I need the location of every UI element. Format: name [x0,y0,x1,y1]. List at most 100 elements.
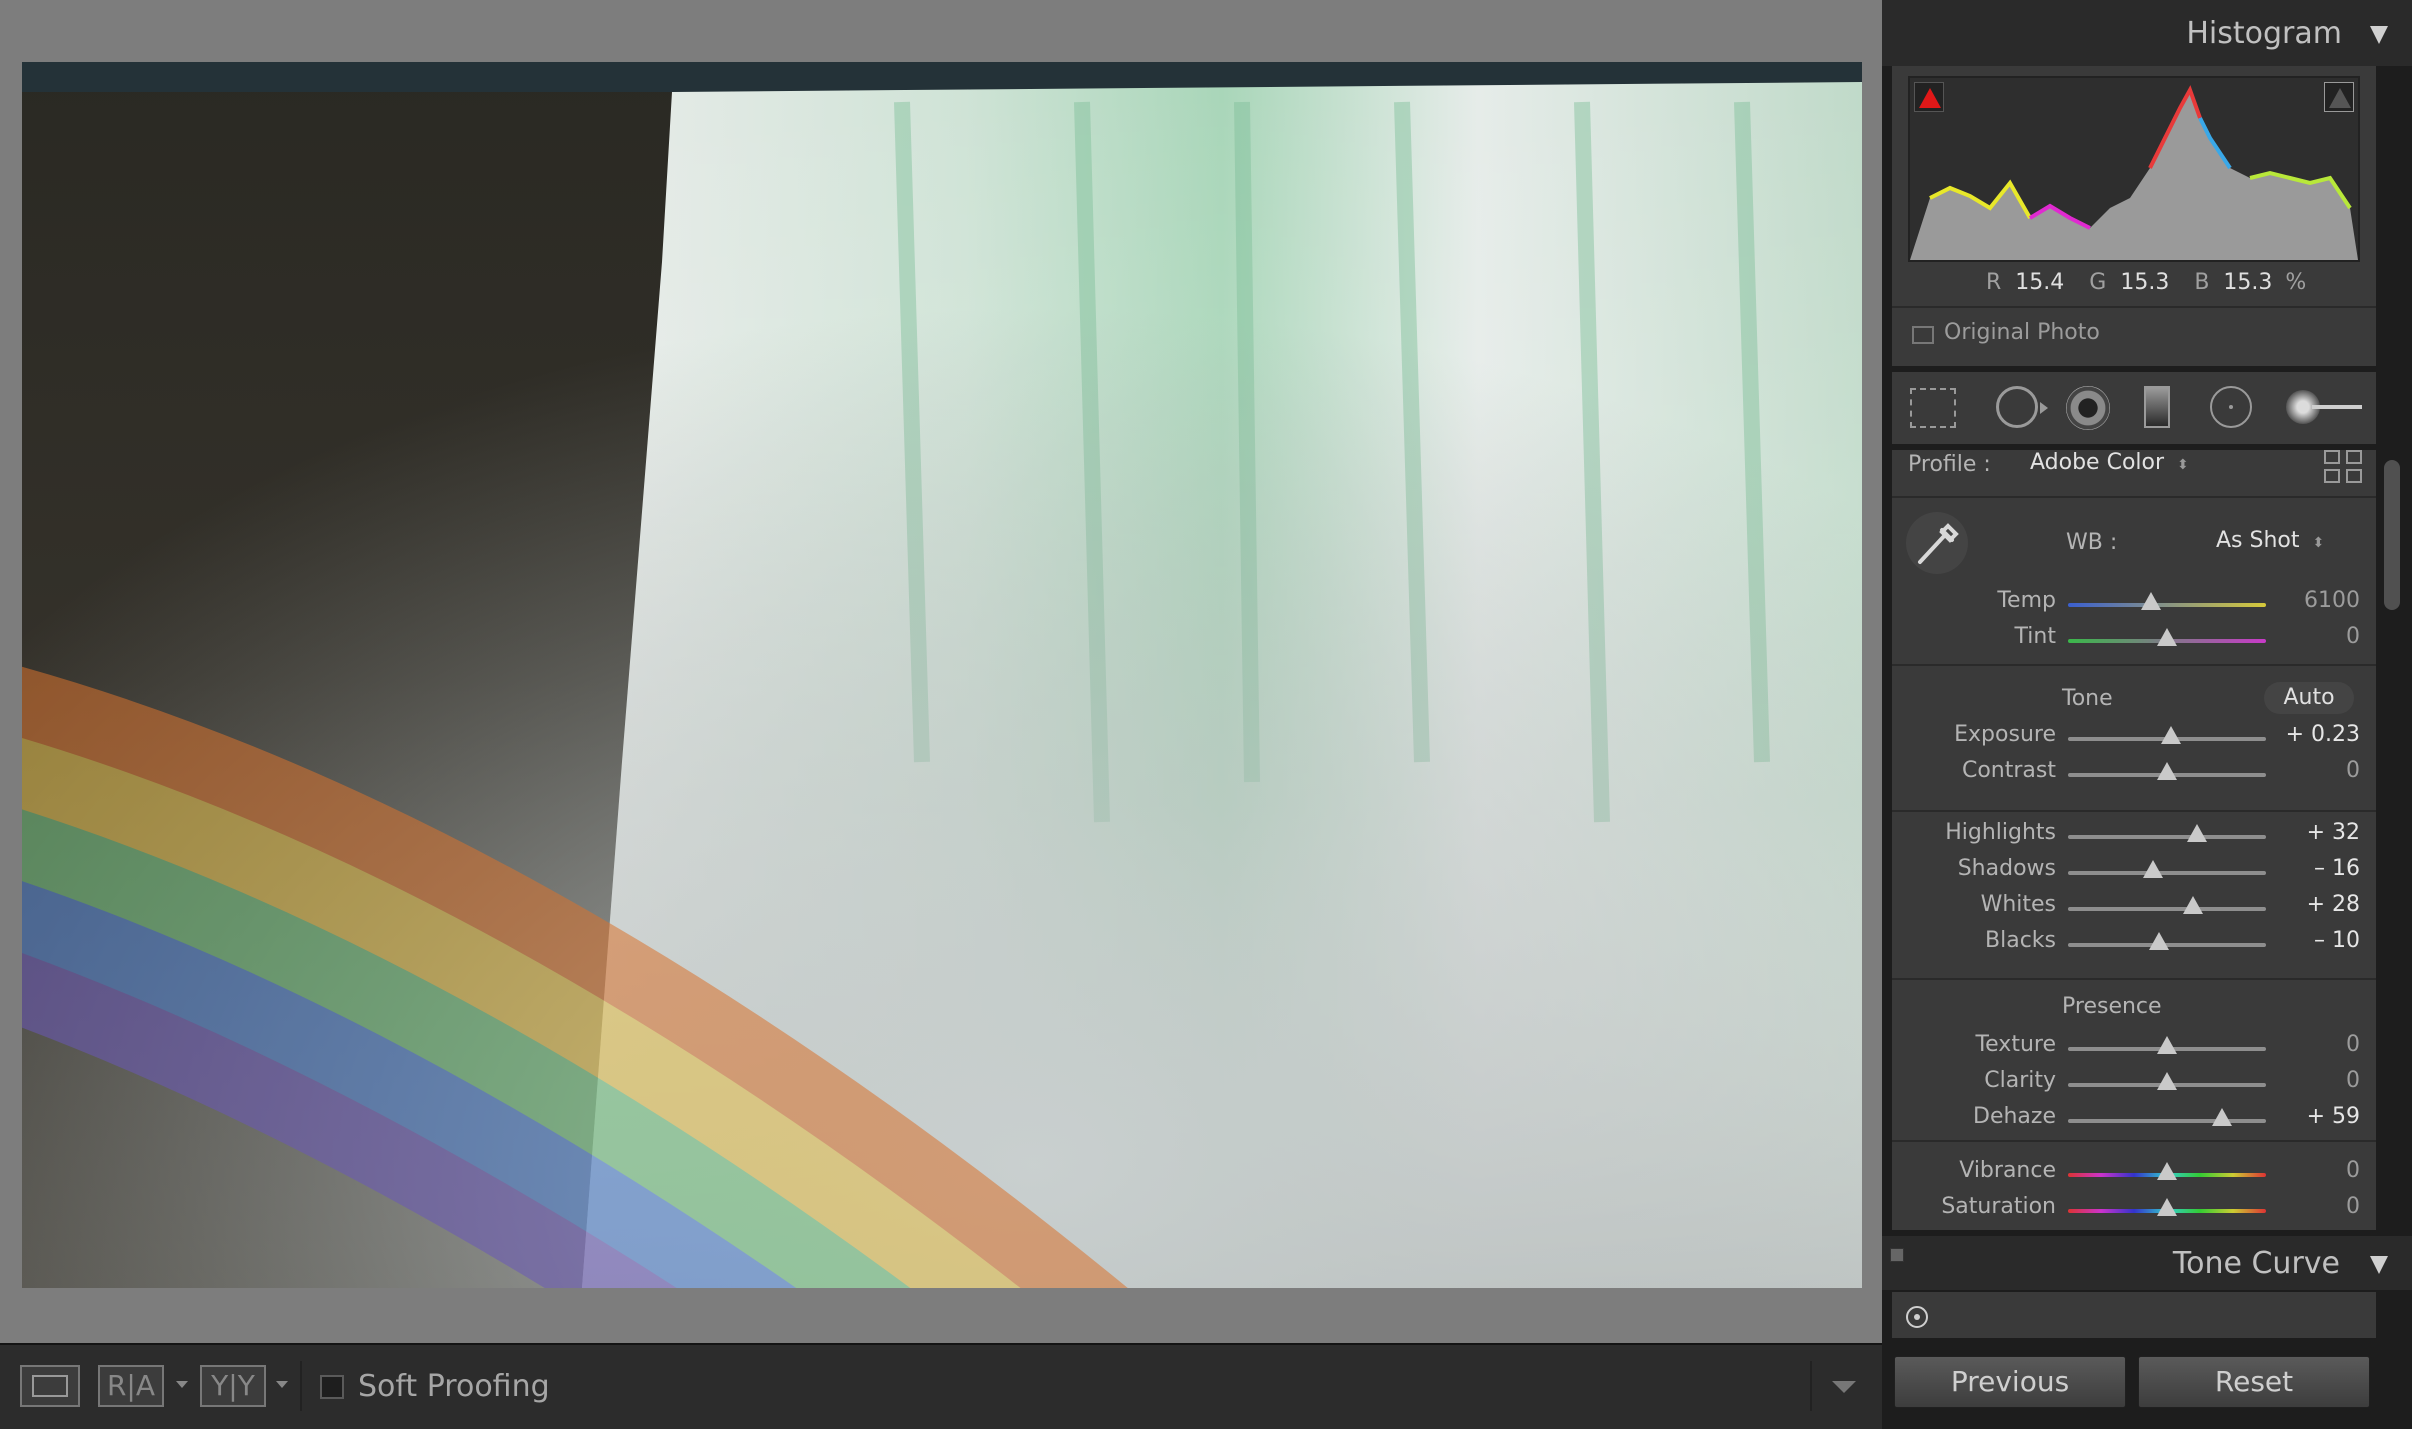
wb-label: WB : [2066,530,2118,555]
histogram-readout: R 15.4 G 15.3 B 15.3 % [1986,270,2306,295]
slider-value[interactable]: + 32 [2280,820,2360,845]
histogram-graph[interactable] [1908,76,2360,262]
histogram-header[interactable]: Histogram [1882,0,2412,66]
slider-row-blacks: Blacks – 10 [1892,926,2386,962]
waterfall-photo [22,62,1862,1288]
slider-value[interactable]: 0 [2280,1032,2360,1057]
slider-value[interactable]: – 16 [2280,856,2360,881]
slider-label: Blacks [1985,928,2056,953]
wb-dropdown[interactable]: As Shot ⬍ [2216,528,2324,553]
highlight-clipping-icon[interactable] [2324,82,2354,112]
develop-right-panel: Histogram R 15.4 G 15.3 B 15.3 % Origina… [1882,0,2412,1429]
before-after-ra-button[interactable]: R|A [98,1365,164,1407]
crop-overlay-icon[interactable] [1910,388,1956,428]
graduated-filter-icon[interactable] [2144,386,2170,428]
auto-tone-button[interactable]: Auto [2264,682,2354,714]
slider-label: Texture [1975,1032,2056,1057]
histogram-section: R 15.4 G 15.3 B 15.3 % Original Photo [1892,66,2376,366]
loupe-view-icon [32,1375,68,1397]
basic-panel: Profile : Adobe Color ⬍ WB : As Shot ⬍ T… [1892,450,2376,1230]
slider-label: Highlights [1945,820,2056,845]
slider-value[interactable]: 0 [2280,1194,2360,1219]
slider-thumb[interactable] [2157,1198,2177,1216]
slider-track[interactable] [2068,603,2266,607]
chevron-down-icon[interactable] [276,1381,288,1388]
slider-track[interactable] [2068,907,2266,911]
slider-track[interactable] [2068,835,2266,839]
spot-removal-icon[interactable] [1996,386,2038,428]
slider-row-highlights: Highlights + 32 [1892,818,2386,854]
updown-arrow-icon: ⬍ [2312,535,2325,551]
slider-thumb[interactable] [2157,628,2177,646]
slider-value[interactable]: 0 [2280,624,2360,649]
slider-thumb[interactable] [2160,726,2181,744]
collapse-triangle-icon[interactable] [2370,26,2388,44]
slider-label: Saturation [1941,1194,2056,1219]
tone-curve-body [1892,1292,2376,1338]
slider-row-saturation: Saturation 0 [1892,1192,2386,1228]
chevron-down-icon[interactable] [176,1381,188,1388]
slider-value[interactable]: 0 [2280,1068,2360,1093]
slider-row-texture: Texture 0 [1892,1030,2386,1066]
tone-divider [1892,810,2376,812]
profile-dropdown[interactable]: Adobe Color ⬍ [2030,450,2189,482]
slider-value[interactable]: 6100 [2280,588,2360,613]
slider-thumb[interactable] [2157,1072,2177,1090]
slider-value[interactable]: – 10 [2280,928,2360,953]
slider-value[interactable]: 0 [2280,758,2360,783]
panel-scrollbar[interactable] [2384,460,2400,610]
soft-proofing-label: Soft Proofing [358,1369,550,1404]
slider-label: Temp [1997,588,2056,613]
tone-label: Tone [2062,686,2113,711]
slider-thumb[interactable] [2157,762,2177,780]
before-after-yy-button[interactable]: Y|Y [200,1365,266,1407]
slider-thumb[interactable] [2212,1108,2233,1126]
slider-thumb[interactable] [2141,592,2162,610]
slider-row-tint: Tint 0 [1892,622,2386,658]
collapse-triangle-icon[interactable] [2370,1256,2388,1274]
percent-unit: % [2285,270,2307,295]
image-stage [0,0,1882,1343]
wb-divider [1892,664,2376,666]
soft-proofing-checkbox[interactable] [320,1375,344,1399]
slider-value[interactable]: + 28 [2280,892,2360,917]
r-value: 15.4 [2015,270,2065,295]
slider-value[interactable]: + 0.23 [2280,722,2360,747]
slider-thumb[interactable] [2186,824,2207,842]
tone-curve-header[interactable]: Tone Curve [1882,1236,2412,1290]
presence-divider-top [1892,978,2376,980]
profile-browser-grid-icon[interactable] [2324,450,2364,484]
slider-row-dehaze: Dehaze + 59 [1892,1102,2386,1138]
g-value: 15.3 [2120,270,2170,295]
slider-value[interactable]: + 59 [2280,1104,2360,1129]
slider-track[interactable] [2068,1119,2266,1123]
shadow-clipping-icon[interactable] [1914,82,1944,112]
slider-label: Shadows [1957,856,2056,881]
adjustment-brush-icon[interactable] [2286,390,2362,424]
toolbar-menu-chevron-icon[interactable] [1832,1381,1856,1393]
panel-switch-icon[interactable] [1890,1248,1904,1262]
white-balance-eyedropper-icon[interactable] [1906,512,1968,574]
red-eye-icon[interactable] [2066,386,2110,430]
targeted-adjustment-icon[interactable] [1906,1306,1928,1328]
slider-row-temp: Temp 6100 [1892,586,2386,622]
previous-button[interactable]: Previous [1894,1356,2126,1408]
slider-label: Contrast [1961,758,2056,783]
slider-thumb[interactable] [2157,1036,2177,1054]
slider-thumb[interactable] [2157,1162,2177,1180]
slider-value[interactable]: 0 [2280,1158,2360,1183]
slider-thumb[interactable] [2149,932,2170,950]
tool-strip [1892,372,2376,444]
slider-label: Vibrance [1959,1158,2056,1183]
radial-filter-icon[interactable] [2210,386,2252,428]
bottom-toolbar: R|A Y|Y Soft Proofing [0,1343,1882,1429]
profile-label: Profile : [1908,452,1991,477]
toolbar-divider [1810,1361,1812,1411]
loupe-view-button[interactable] [20,1365,80,1407]
reset-button[interactable]: Reset [2138,1356,2370,1408]
slider-thumb[interactable] [2143,860,2164,878]
original-photo-checkbox[interactable] [1912,326,1934,344]
photo-preview[interactable] [22,62,1862,1288]
slider-thumb[interactable] [2182,896,2203,914]
slider-track[interactable] [2068,871,2266,875]
